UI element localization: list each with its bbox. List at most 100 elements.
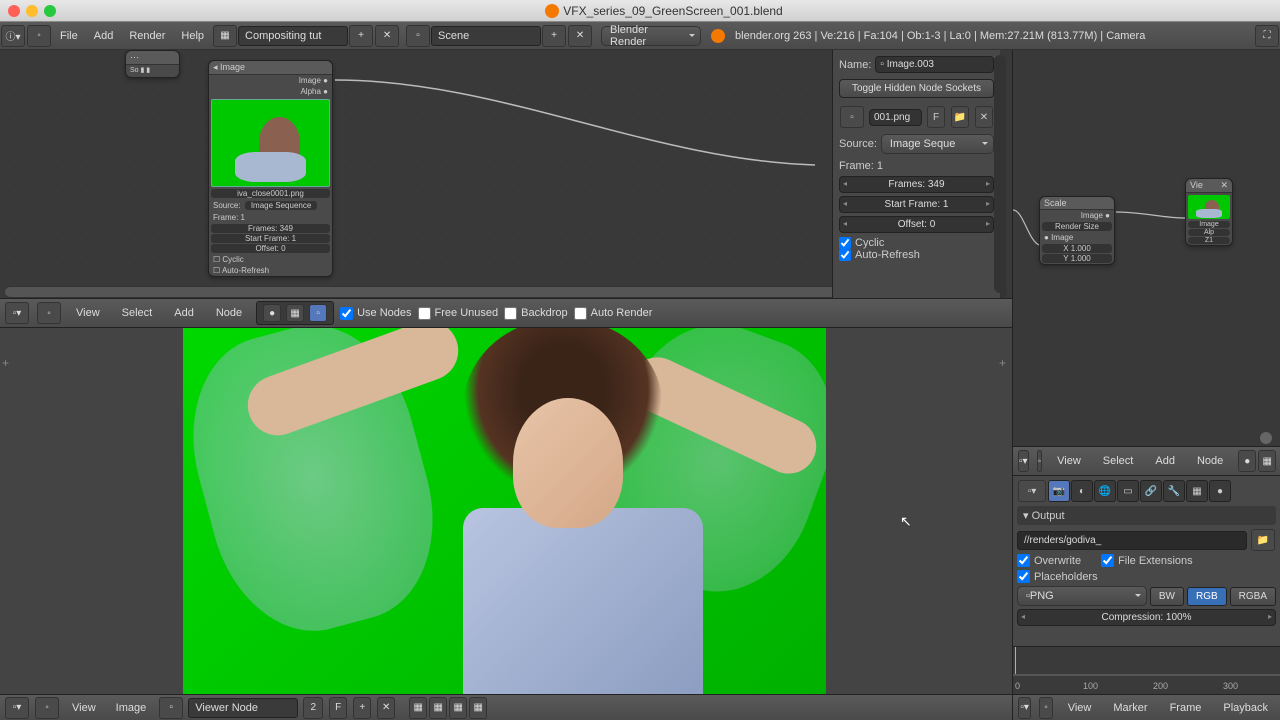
collapse-menus[interactable]: ◦ bbox=[1039, 697, 1052, 719]
node-header[interactable]: ⋯ bbox=[126, 51, 179, 65]
viewer-node-header[interactable]: Vie✕ bbox=[1186, 179, 1232, 193]
display-alpha-icon[interactable]: ▦ bbox=[449, 697, 467, 719]
scale-x-field[interactable]: X 1.000 bbox=[1042, 244, 1112, 253]
remove-scene[interactable]: ✕ bbox=[568, 25, 592, 47]
render-engine-dropdown[interactable]: Blender Render bbox=[601, 26, 701, 46]
frames-number[interactable]: Frames: 349 bbox=[839, 176, 994, 193]
menu-view[interactable]: View bbox=[1060, 695, 1100, 720]
source-dropdown[interactable]: Image Seque bbox=[881, 134, 994, 154]
scale-image-input[interactable]: ● Image bbox=[1040, 232, 1114, 243]
toggle-sockets-button[interactable]: Toggle Hidden Node Sockets bbox=[839, 79, 994, 98]
scale-y-field[interactable]: Y 1.000 bbox=[1042, 254, 1112, 263]
close-window[interactable] bbox=[8, 5, 20, 17]
alpha-output-socket[interactable]: Alpha ● bbox=[209, 86, 332, 97]
scene-tab-icon[interactable]: ◐ bbox=[1071, 480, 1093, 502]
menu-marker[interactable]: Marker bbox=[1105, 695, 1155, 720]
menu-add[interactable]: Add bbox=[166, 299, 202, 327]
image-name-field[interactable]: Viewer Node bbox=[188, 698, 298, 718]
viewer-node[interactable]: Vie✕ Image Alp Z1 bbox=[1185, 178, 1233, 246]
viewer-alpha-input[interactable]: Alp bbox=[1188, 229, 1230, 236]
source-dropdown[interactable]: Image Sequence bbox=[245, 201, 318, 210]
output-panel-header[interactable]: ▾ Output bbox=[1017, 506, 1276, 525]
fullscreen-toggle[interactable]: ⛶ bbox=[1255, 25, 1279, 47]
timeline[interactable]: 0 100 200 300 bbox=[1013, 646, 1280, 694]
scale-node[interactable]: Scale Image ● Render Size ● Image X 1.00… bbox=[1039, 196, 1115, 265]
cyclic-check[interactable]: ☐ Cyclic bbox=[209, 254, 332, 265]
menu-node[interactable]: Node bbox=[208, 299, 250, 327]
rgb-button[interactable]: RGB bbox=[1187, 587, 1227, 606]
tree-type-icon[interactable]: ▦ bbox=[1258, 450, 1276, 472]
menu-add[interactable]: Add bbox=[1147, 447, 1183, 475]
fake-user-button[interactable]: F bbox=[927, 106, 945, 128]
collapse-menus[interactable]: ◦ bbox=[1037, 450, 1043, 472]
data-tab-icon[interactable]: ▦ bbox=[1186, 480, 1208, 502]
compression-slider[interactable]: Compression: 100% bbox=[1017, 609, 1276, 626]
screen-layout-icon[interactable]: ▦ bbox=[213, 25, 237, 47]
file-extensions-checkbox[interactable]: File Extensions bbox=[1101, 554, 1193, 567]
remove-layout[interactable]: ✕ bbox=[375, 25, 399, 47]
scene-field[interactable]: Scene bbox=[431, 26, 541, 46]
menu-view[interactable]: View bbox=[68, 299, 108, 327]
modifiers-tab-icon[interactable]: 🔧 bbox=[1163, 480, 1185, 502]
unlink-icon[interactable]: ✕ bbox=[975, 106, 993, 128]
tree-type-icon[interactable]: ● bbox=[1238, 450, 1256, 472]
image-browse-icon[interactable]: ▫ bbox=[840, 106, 864, 128]
users-count[interactable]: 2 bbox=[303, 697, 323, 719]
editor-type-info[interactable]: ⓘ▾ bbox=[1, 25, 25, 47]
image-file-field[interactable]: iva_close0001.png bbox=[211, 189, 330, 198]
menu-frame[interactable]: Frame bbox=[1162, 695, 1210, 720]
minimize-window[interactable] bbox=[26, 5, 38, 17]
object-tab-icon[interactable]: ▭ bbox=[1117, 480, 1139, 502]
rgba-button[interactable]: RGBA bbox=[1230, 587, 1276, 606]
menu-select[interactable]: Select bbox=[114, 299, 161, 327]
image-output-socket[interactable]: Image ● bbox=[209, 75, 332, 86]
scene-icon[interactable]: ▫ bbox=[406, 25, 430, 47]
start-frame-field[interactable]: Start Frame: 1 bbox=[211, 234, 330, 243]
material-tab-icon[interactable]: ● bbox=[1209, 480, 1231, 502]
backdrop-checkbox[interactable]: Backdrop bbox=[504, 307, 567, 320]
shader-tree-icon[interactable]: ● bbox=[263, 304, 281, 322]
panel-expand-right[interactable]: + bbox=[999, 356, 1006, 370]
output-path-field[interactable]: //renders/godiva_ bbox=[1017, 531, 1247, 550]
editor-type-node[interactable]: ▫▾ bbox=[5, 302, 29, 324]
use-nodes-checkbox[interactable]: Use Nodes bbox=[340, 307, 411, 320]
image-file-field[interactable]: 001.png bbox=[869, 109, 922, 126]
browse-folder-icon[interactable]: 📁 bbox=[1251, 529, 1275, 551]
timeline-ruler[interactable]: 0 100 200 300 bbox=[1013, 675, 1280, 693]
scale-image-output[interactable]: Image ● bbox=[1040, 210, 1114, 221]
zoom-window[interactable] bbox=[44, 5, 56, 17]
editor-type-node-2[interactable]: ▫▾ bbox=[1018, 450, 1029, 472]
autorefresh-checkbox[interactable]: Auto-Refresh bbox=[839, 249, 994, 261]
texture-tree-icon[interactable]: ▦ bbox=[286, 304, 304, 322]
node-editor-2[interactable]: Scale Image ● Render Size ● Image X 1.00… bbox=[1013, 50, 1280, 446]
image-node[interactable]: ◂ Image Image ● Alpha ● iva_close0001.pn… bbox=[208, 60, 333, 277]
bw-button[interactable]: BW bbox=[1150, 587, 1184, 606]
unlink-icon[interactable]: ✕ bbox=[377, 697, 395, 719]
display-rgba-icon[interactable]: ▦ bbox=[409, 697, 427, 719]
collapse-menus[interactable]: ◦ bbox=[35, 697, 59, 719]
autorefresh-check[interactable]: ☐ Auto-Refresh bbox=[209, 265, 332, 276]
free-unused-checkbox[interactable]: Free Unused bbox=[418, 307, 499, 320]
menu-node[interactable]: Node bbox=[1189, 447, 1231, 475]
frames-field[interactable]: Frames: 349 bbox=[211, 224, 330, 233]
offset-number[interactable]: Offset: 0 bbox=[839, 216, 994, 233]
editor-type-timeline[interactable]: ▫▾ bbox=[1018, 697, 1031, 719]
screen-layout-field[interactable]: Compositing tut bbox=[238, 26, 348, 46]
auto-render-checkbox[interactable]: Auto Render bbox=[574, 307, 653, 320]
world-tab-icon[interactable]: 🌐 bbox=[1094, 480, 1116, 502]
fake-user-button[interactable]: F bbox=[329, 697, 347, 719]
image-node-header[interactable]: ◂ Image bbox=[209, 61, 332, 75]
menu-playback[interactable]: Playback bbox=[1215, 695, 1276, 720]
menu-view[interactable]: View bbox=[1049, 447, 1089, 475]
menu-add[interactable]: Add bbox=[86, 22, 122, 49]
collapse-menus[interactable]: ◦ bbox=[27, 25, 51, 47]
panel-v-scrollbar[interactable] bbox=[994, 55, 1006, 293]
menu-render[interactable]: Render bbox=[121, 22, 173, 49]
new-image-icon[interactable]: + bbox=[353, 697, 371, 719]
menu-view[interactable]: View bbox=[64, 695, 104, 720]
cyclic-checkbox[interactable]: Cyclic bbox=[839, 237, 994, 249]
open-file-icon[interactable]: 📁 bbox=[951, 106, 969, 128]
placeholders-checkbox[interactable]: Placeholders bbox=[1017, 570, 1276, 583]
collapsed-node[interactable]: ⋯ So ▮ ▮ bbox=[125, 50, 180, 78]
viewer-z-input[interactable]: Z1 bbox=[1188, 237, 1230, 244]
